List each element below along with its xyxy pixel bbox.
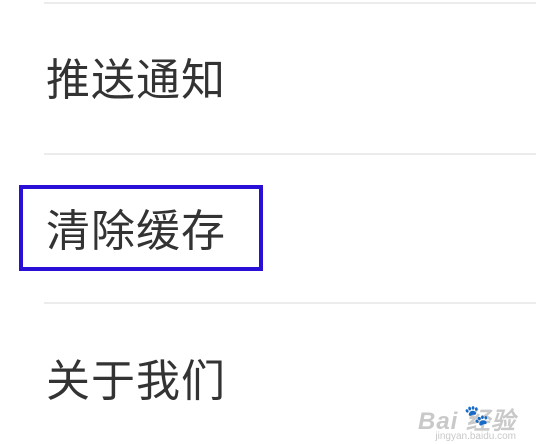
paw-icon: 🐾	[463, 405, 489, 427]
watermark-domain: jingyan.baidu.com	[435, 431, 516, 442]
settings-item-push-notifications[interactable]: 推送通知	[46, 56, 226, 106]
settings-item-about-us[interactable]: 关于我们	[46, 357, 226, 407]
highlight-box	[19, 185, 263, 271]
divider	[44, 153, 536, 155]
baidu-jingyan-watermark: Bai 经验 🐾 jingyan.baidu.com	[418, 401, 516, 442]
divider	[44, 2, 536, 4]
divider	[44, 302, 536, 304]
settings-list: 推送通知 清除缓存 关于我们	[0, 0, 536, 444]
